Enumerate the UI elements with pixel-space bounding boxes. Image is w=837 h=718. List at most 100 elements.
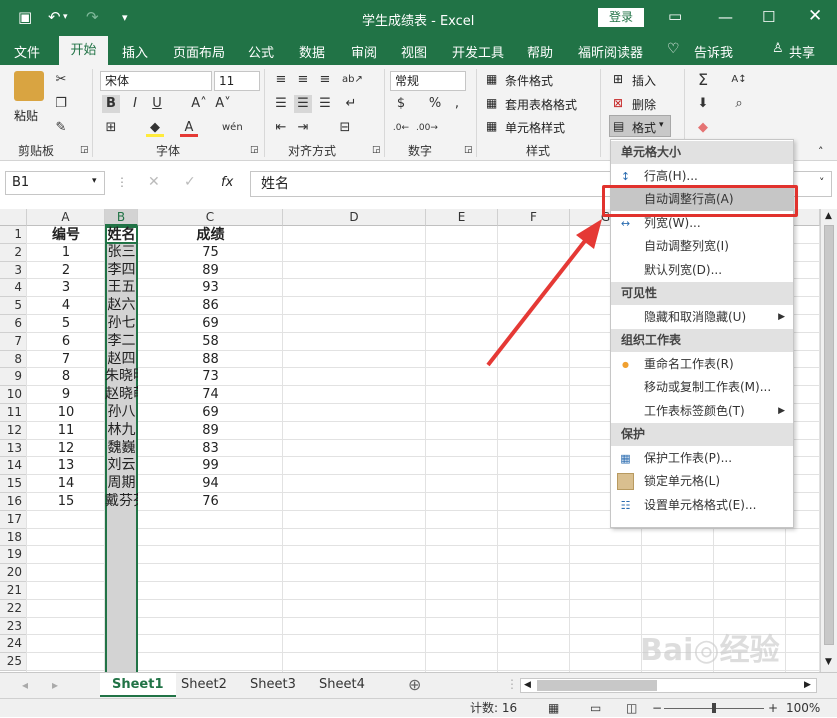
format-button[interactable]: 格式 <box>632 119 656 136</box>
table-cell-id[interactable]: 7 <box>27 351 105 369</box>
phonetic-icon[interactable]: wén <box>222 119 243 137</box>
table-cell-name[interactable]: 孙七 <box>105 315 138 333</box>
tab-insert[interactable]: 插入 <box>122 42 148 61</box>
table-cell-name[interactable]: 赵四 <box>105 351 138 369</box>
header-cell-score[interactable]: 成绩 <box>138 226 283 244</box>
new-sheet-icon[interactable]: ⊕ <box>408 675 421 694</box>
row-header-13[interactable]: 13 <box>0 439 27 458</box>
align-center-icon[interactable]: ☰ <box>294 95 312 113</box>
table-cell-score[interactable]: 89 <box>138 422 283 440</box>
border-icon[interactable]: ⊞ <box>102 119 120 137</box>
tab-view[interactable]: 视图 <box>401 42 427 61</box>
menu-item[interactable]: 锁定单元格(L) <box>611 470 793 493</box>
minimize-icon[interactable]: — <box>718 8 733 26</box>
table-cell-id[interactable]: 12 <box>27 440 105 458</box>
table-cell-score[interactable]: 89 <box>138 262 283 280</box>
row-header-14[interactable]: 14 <box>0 457 27 476</box>
table-cell-score[interactable]: 76 <box>138 493 283 511</box>
scroll-down-icon[interactable]: ▼ <box>825 657 832 667</box>
table-cell-name[interactable]: 周期 <box>105 475 138 493</box>
table-cell-id[interactable]: 15 <box>27 493 105 511</box>
scroll-up-icon[interactable]: ▲ <box>825 211 832 221</box>
table-cell-name[interactable]: 赵晓萌 <box>105 386 138 404</box>
insert-cells-button[interactable]: 插入 <box>632 72 656 89</box>
table-cell-score[interactable]: 74 <box>138 386 283 404</box>
row-header-2[interactable]: 2 <box>0 243 27 262</box>
italic-button[interactable]: I <box>126 95 144 113</box>
table-cell-score[interactable]: 83 <box>138 440 283 458</box>
menu-item[interactable]: 移动或复制工作表(M)... <box>611 376 793 399</box>
comma-style-icon[interactable]: , <box>448 95 466 113</box>
table-cell-name[interactable]: 朱晓明 <box>105 368 138 386</box>
enter-icon[interactable]: ✓ <box>184 174 196 190</box>
table-cell-score[interactable]: 73 <box>138 368 283 386</box>
accounting-format-icon[interactable]: $ <box>392 95 410 113</box>
font-size-select[interactable]: 11 <box>214 71 260 91</box>
table-cell-score[interactable]: 75 <box>138 244 283 262</box>
row-header-11[interactable]: 11 <box>0 404 27 422</box>
fill-color-icon[interactable]: ◆ <box>146 119 164 137</box>
conditional-format-button[interactable]: 条件格式 <box>505 72 553 89</box>
table-cell-id[interactable]: 9 <box>27 386 105 404</box>
row-header-5[interactable]: 5 <box>0 297 27 315</box>
table-cell-name[interactable]: 戴芬芬 <box>105 493 138 511</box>
table-cell-score[interactable]: 94 <box>138 475 283 493</box>
table-cell-id[interactable]: 5 <box>27 315 105 333</box>
table-cell-id[interactable]: 2 <box>27 262 105 280</box>
table-format-button[interactable]: 套用表格格式 <box>505 96 577 113</box>
fill-icon[interactable]: ⬇ <box>694 95 712 113</box>
column-header-c[interactable]: C <box>138 209 283 226</box>
table-cell-id[interactable]: 1 <box>27 244 105 262</box>
menu-item[interactable]: ● 重命名工作表(R) <box>611 353 793 376</box>
sort-filter-icon[interactable]: A↕ <box>730 71 748 89</box>
table-cell-id[interactable]: 10 <box>27 404 105 422</box>
table-cell-name[interactable]: 赵六 <box>105 297 138 315</box>
row-header-1[interactable]: 1 <box>0 226 27 244</box>
row-header-24[interactable]: 24 <box>0 635 27 654</box>
row-header-16[interactable]: 16 <box>0 493 27 511</box>
table-cell-name[interactable]: 李二 <box>105 333 138 351</box>
row-header-21[interactable]: 21 <box>0 582 27 600</box>
align-bottom-icon[interactable]: ≡ <box>316 71 334 89</box>
prev-sheet-icon[interactable]: ◂ <box>22 678 28 692</box>
decrease-decimal-icon[interactable]: .00→ <box>416 119 438 137</box>
decrease-indent-icon[interactable]: ⇤ <box>272 119 290 137</box>
zoom-out-icon[interactable]: − <box>652 699 662 718</box>
name-box[interactable]: B1 <box>5 171 105 195</box>
collapse-ribbon-icon[interactable]: ˄ <box>818 145 824 158</box>
tell-me-search[interactable]: 告诉我 <box>694 42 733 61</box>
row-header-25[interactable]: 25 <box>0 653 27 671</box>
ribbon-display-icon[interactable]: ▭ <box>668 7 682 25</box>
column-header-b[interactable]: B <box>105 209 138 226</box>
tab-file[interactable]: 文件 <box>14 42 40 61</box>
cancel-icon[interactable]: ✕ <box>148 174 160 190</box>
sheet-tab-4[interactable]: Sheet4 <box>307 673 377 697</box>
row-header-12[interactable]: 12 <box>0 421 27 440</box>
underline-button[interactable]: U <box>148 95 166 113</box>
customize-toolbar-icon[interactable]: ▾ <box>122 11 128 24</box>
tab-foxit[interactable]: 福昕阅读器 <box>578 42 643 61</box>
table-cell-score[interactable]: 69 <box>138 315 283 333</box>
find-select-icon[interactable]: ⌕ <box>730 95 748 113</box>
increase-indent-icon[interactable]: ⇥ <box>294 119 312 137</box>
sheet-tab-1[interactable]: Sheet1 <box>100 673 176 697</box>
format-painter-icon[interactable]: ✎ <box>52 119 70 137</box>
column-header-d[interactable]: D <box>283 209 426 226</box>
row-header-8[interactable]: 8 <box>0 350 27 369</box>
scroll-left-icon[interactable]: ◀ <box>524 680 531 690</box>
table-cell-name[interactable]: 孙八 <box>105 404 138 422</box>
font-name-select[interactable]: 宋体 <box>100 71 212 91</box>
row-header-7[interactable]: 7 <box>0 332 27 351</box>
align-left-icon[interactable]: ☰ <box>272 95 290 113</box>
tab-page-layout[interactable]: 页面布局 <box>173 42 225 61</box>
tab-developer[interactable]: 开发工具 <box>452 42 504 61</box>
cell-style-button[interactable]: 单元格样式 <box>505 119 565 136</box>
table-cell-id[interactable]: 11 <box>27 422 105 440</box>
zoom-slider-thumb[interactable] <box>712 703 716 713</box>
menu-item[interactable]: 隐藏和取消隐藏(U) ▶ <box>611 306 793 329</box>
page-break-view-icon[interactable]: ◫ <box>626 699 637 718</box>
sheet-tab-3[interactable]: Sheet3 <box>238 673 308 697</box>
menu-item[interactable]: 自动调整列宽(I) <box>611 235 793 258</box>
row-header-3[interactable]: 3 <box>0 261 27 280</box>
tab-help[interactable]: 帮助 <box>527 42 553 61</box>
